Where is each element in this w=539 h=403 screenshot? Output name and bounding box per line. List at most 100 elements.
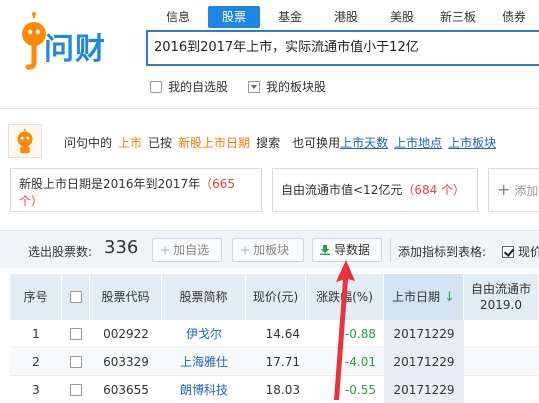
cell-select[interactable] — [62, 320, 90, 348]
col-listing-date[interactable]: 上市日期 ↓ — [384, 274, 464, 320]
cell-listing-date: 20171229 — [384, 348, 464, 376]
cell-select[interactable] — [62, 376, 90, 403]
alt-link-listing-days[interactable]: 上市天数 — [340, 136, 388, 150]
option-my-blocks-label: 我的板块股 — [266, 80, 327, 94]
add-indicator-label: 添加指标到表格: — [398, 245, 487, 259]
tab-funds[interactable]: 基金 — [264, 6, 316, 28]
cell-change: -0.55 — [344, 383, 376, 397]
cell-select[interactable] — [62, 348, 90, 376]
col-free-float-cap-label: 自由流通市 — [470, 282, 531, 296]
hint-interpreted: 新股上市日期 — [178, 136, 251, 150]
condition-card-listing-date[interactable]: 新股上市日期是2016年到2017年（665 个） — [10, 168, 262, 212]
current-price-checkbox[interactable] — [502, 245, 514, 258]
category-nav: 信息 股票 基金 港股 美股 新三板 债券 — [152, 6, 539, 28]
hint-text: 问句中的 上市 已按 新股上市日期 搜索 也可换用上市天数 上市地点 上市板块 — [64, 134, 496, 151]
col-stock-code[interactable]: 股票代码 — [90, 274, 162, 320]
col-select-all[interactable] — [62, 274, 90, 320]
export-data-button[interactable]: 导数据 — [312, 238, 382, 262]
current-price-label: 现价 — [518, 245, 539, 259]
cell-name[interactable]: 朗博科技 — [162, 376, 246, 403]
query-hint: 问句中的 上市 已按 新股上市日期 搜索 也可换用上市天数 上市地点 上市板块 — [8, 124, 539, 158]
cell-price: 14.64 — [265, 327, 300, 341]
cell-code: 603655 — [103, 383, 149, 397]
option-my-blocks[interactable]: 我的板块股 — [248, 78, 326, 95]
selected-count: 336 — [104, 237, 139, 258]
table-row[interactable]: 3 603655 朗博科技 18.03 -0.55 20171229 — [10, 376, 539, 403]
alt-link-listing-place[interactable]: 上市地点 — [394, 136, 442, 150]
table-row[interactable]: 2 603329 上海雅仕 17.71 -4.01 20171229 — [10, 348, 539, 376]
hint-alt-prefix: 也可换用 — [292, 136, 341, 150]
hint-search: 搜索 — [256, 136, 281, 150]
search-options: 我的自选股 我的板块股 — [150, 78, 346, 95]
tab-stocks[interactable]: 股票 — [208, 6, 260, 28]
cell-price: 17.71 — [265, 355, 300, 369]
select-all-checkbox[interactable] — [69, 291, 82, 303]
row-checkbox[interactable] — [70, 356, 82, 368]
plus-icon: + — [240, 243, 251, 257]
cell-code: 603329 — [103, 355, 149, 369]
tab-neeq[interactable]: 新三板 — [432, 6, 484, 28]
search-input[interactable]: 2016到2017年上市，实际流通市值小于12亿 — [146, 30, 539, 66]
cell-index: 3 — [32, 383, 40, 397]
add-block-label: 加板块 — [253, 243, 290, 257]
mascot-avatar-icon — [8, 124, 42, 158]
export-label: 导数据 — [334, 243, 371, 257]
col-listing-date-label: 上市日期 — [392, 290, 441, 304]
add-to-watchlist-button[interactable]: + 加自选 — [152, 238, 222, 262]
cell-change: -4.01 — [344, 355, 376, 369]
tab-info[interactable]: 信息 — [152, 6, 204, 28]
plus-icon: + — [160, 243, 171, 257]
hint-by: 已按 — [148, 136, 173, 150]
cell-name[interactable]: 上海雅仕 — [162, 348, 246, 376]
header: 问财 信息 股票 基金 港股 美股 新三板 债券 2016到2017年上市，实际… — [0, 0, 539, 104]
condition-text: 自由流通市值<12亿元 — [281, 183, 403, 197]
my-stocks-checkbox[interactable] — [150, 80, 162, 93]
table-header: 序号 股票代码 股票简称 现价(元) 涨跌幅(%) 上市日期 ↓ 自由流通市 20… — [10, 274, 539, 320]
chevron-down-icon[interactable] — [248, 80, 261, 93]
table-row[interactable]: 1 002922 伊戈尔 14.64 -0.88 20171229 — [10, 320, 539, 348]
plus-icon: + — [497, 180, 511, 199]
search-query-text: 2016到2017年上市，实际流通市值小于12亿 — [154, 40, 419, 55]
condition-count: （684 个） — [402, 183, 466, 197]
add-condition-label: 添加 — [514, 184, 539, 198]
result-toolbar: 选出股票数: 336 + 加自选 + 加板块 导数据 添加指标到表格: 现价 — [0, 230, 539, 268]
row-checkbox[interactable] — [70, 328, 82, 340]
cell-price: 18.03 — [265, 383, 300, 397]
sort-down-icon: ↓ — [444, 290, 455, 305]
condition-text: 新股上市日期是2016年到2017年 — [19, 177, 201, 191]
cell-free-float-cap — [464, 348, 539, 376]
header-divider — [0, 108, 539, 109]
row-checkbox[interactable] — [70, 384, 82, 396]
tab-us-stocks[interactable]: 美股 — [376, 6, 428, 28]
cell-listing-date: 20171229 — [384, 376, 464, 403]
col-free-float-cap-date: 2019.0 — [480, 298, 522, 312]
cell-index: 1 — [32, 327, 40, 341]
cell-name[interactable]: 伊戈尔 — [162, 320, 246, 348]
cell-change: -0.88 — [344, 327, 376, 341]
cell-code: 002922 — [103, 327, 149, 341]
indicator-current-price[interactable]: 现价 — [502, 243, 539, 260]
stock-name-link[interactable]: 上海雅仕 — [180, 355, 228, 369]
tab-hk-stocks[interactable]: 港股 — [320, 6, 372, 28]
add-to-block-button[interactable]: + 加板块 — [232, 238, 304, 262]
logo-text: 问财 — [44, 32, 106, 67]
tab-bonds[interactable]: 债券 — [488, 6, 539, 28]
add-watch-label: 加自选 — [173, 243, 210, 257]
option-my-stocks[interactable]: 我的自选股 — [150, 78, 228, 95]
add-condition-button[interactable]: + 添加 — [488, 168, 539, 212]
alt-link-listing-board[interactable]: 上市板块 — [448, 136, 496, 150]
col-price[interactable]: 现价(元) — [246, 274, 306, 320]
cell-free-float-cap — [464, 376, 539, 403]
col-change[interactable]: 涨跌幅(%) — [306, 274, 384, 320]
col-index: 序号 — [10, 274, 62, 320]
cell-index: 2 — [32, 355, 40, 369]
condition-card-float-cap[interactable]: 自由流通市值<12亿元（684 个） — [272, 168, 478, 212]
hint-prefix: 问句中的 — [64, 136, 113, 150]
stock-name-link[interactable]: 朗博科技 — [180, 383, 228, 397]
col-stock-name[interactable]: 股票简称 — [162, 274, 246, 320]
hint-term: 上市 — [118, 136, 143, 150]
cell-listing-date: 20171229 — [384, 320, 464, 348]
option-my-stocks-label: 我的自选股 — [168, 80, 229, 94]
col-free-float-cap[interactable]: 自由流通市 2019.0 — [464, 274, 539, 320]
stock-name-link[interactable]: 伊戈尔 — [186, 327, 222, 341]
